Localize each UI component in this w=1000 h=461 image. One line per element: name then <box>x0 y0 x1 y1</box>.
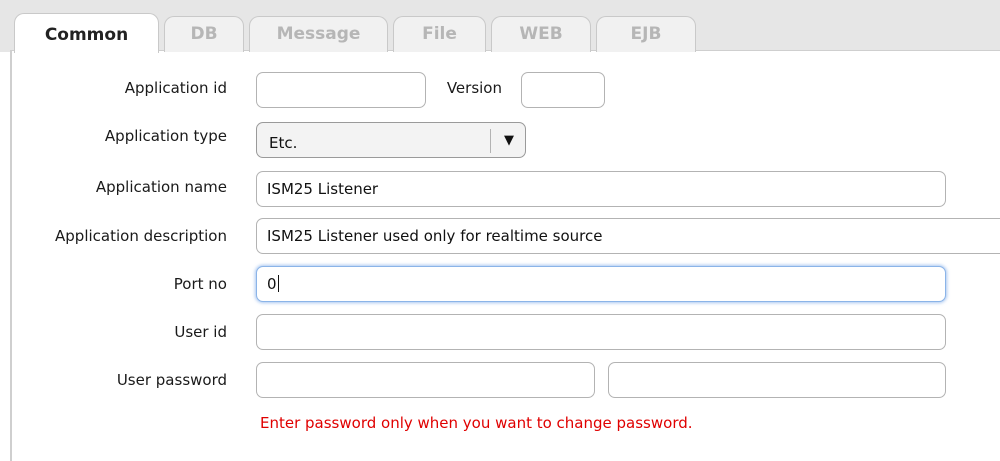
port-no-value: 0 <box>267 275 277 293</box>
select-divider <box>490 129 491 153</box>
user-id-label: User id <box>174 323 227 341</box>
tab-common[interactable]: Common <box>14 13 159 53</box>
application-description-field[interactable]: ISM25 Listener used only for realtime so… <box>256 218 1000 254</box>
application-description-label: Application description <box>55 227 227 245</box>
tab-message[interactable]: Message <box>249 16 388 52</box>
application-id-label: Application id <box>124 79 227 97</box>
tab-db[interactable]: DB <box>164 16 244 52</box>
password-hint-text: Enter password only when you want to cha… <box>260 414 693 432</box>
port-no-field[interactable]: 0 <box>256 266 946 302</box>
application-name-label: Application name <box>95 178 227 196</box>
text-caret <box>277 275 279 292</box>
tab-web[interactable]: WEB <box>491 16 591 52</box>
application-type-value: Etc. <box>269 134 298 152</box>
user-id-field[interactable] <box>256 314 946 350</box>
tab-file[interactable]: File <box>393 16 486 52</box>
tab-ejb[interactable]: EJB <box>596 16 696 52</box>
version-label: Version <box>446 79 502 97</box>
version-field[interactable] <box>521 72 605 108</box>
user-password-field[interactable] <box>256 362 595 398</box>
application-name-field[interactable]: ISM25 Listener <box>256 171 946 207</box>
application-type-label: Application type <box>104 127 227 145</box>
user-password-label: User password <box>116 371 227 389</box>
port-no-label: Port no <box>173 275 227 293</box>
form-panel <box>10 50 1000 461</box>
application-type-select[interactable]: Etc. ▼ <box>256 122 526 158</box>
user-password-confirm-field[interactable] <box>608 362 946 398</box>
application-id-field[interactable] <box>256 72 426 108</box>
dropdown-arrow-icon: ▼ <box>504 133 514 148</box>
